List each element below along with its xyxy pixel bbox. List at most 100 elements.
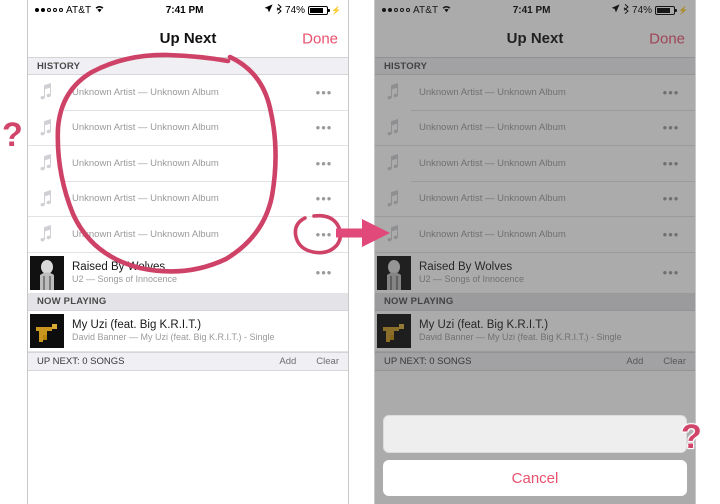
album-artwork (30, 313, 64, 348)
status-bar: AT&T 7:41 PM 74% ⚡ (375, 0, 695, 20)
more-options-button[interactable]: ••• (306, 192, 348, 205)
up-next-label: UP NEXT: 0 SONGS (384, 355, 472, 367)
section-header-now-playing: NOW PLAYING (375, 293, 695, 311)
more-options-button: ••• (662, 120, 680, 136)
status-bar: AT&T 7:41 PM 74% ⚡ (28, 0, 348, 20)
carrier-label: AT&T (413, 4, 439, 16)
ios-screen-left: AT&T 7:41 PM 74% ⚡ Up Next Done HISTORY … (28, 0, 348, 504)
table-row-raised-by-wolves: Raised By Wolves U2 — Songs of Innocence… (375, 252, 695, 294)
section-header-history: HISTORY (28, 58, 348, 75)
status-bar-time: 7:41 PM (512, 4, 551, 16)
add-button[interactable]: Add (279, 356, 296, 367)
music-note-icon (28, 145, 64, 181)
page-title: Up Next (159, 30, 217, 47)
music-note-icon (28, 216, 64, 252)
more-options-button[interactable]: ••• (306, 86, 348, 99)
track-subtitle: Unknown Artist — Unknown Album (72, 193, 219, 205)
music-note-icon (375, 145, 411, 181)
wifi-icon (94, 4, 105, 16)
music-note-icon (28, 74, 64, 110)
table-row[interactable]: Unknown Artist — Unknown Album ••• (28, 74, 348, 111)
action-sheet-options-panel[interactable] (383, 415, 687, 453)
action-sheet: Cancel (375, 408, 695, 504)
album-artwork (377, 313, 411, 348)
table-row-text: Unknown Artist — Unknown Album (411, 158, 653, 169)
clear-button[interactable]: Clear (316, 356, 339, 367)
navigation-bar: Up Next Done (375, 20, 695, 58)
table-row: Unknown Artist — Unknown Album ••• (375, 181, 695, 217)
phone-screen-before: AT&T 7:41 PM 74% ⚡ Up Next Done HISTORY … (27, 0, 349, 504)
page-title: Up Next (506, 30, 564, 47)
signal-strength-icon (35, 8, 63, 12)
track-title: Raised By Wolves (419, 261, 513, 273)
table-row-text: Unknown Artist — Unknown Album (64, 87, 306, 98)
question-mark-annotation-left: ? (2, 116, 23, 154)
more-options-button[interactable]: ••• (306, 228, 348, 241)
status-bar-left: AT&T (35, 4, 105, 16)
done-button[interactable]: Done (302, 30, 338, 47)
battery-percent-label: 74% (285, 4, 306, 16)
up-next-bar: UP NEXT: 0 SONGS Add Clear (28, 351, 348, 371)
track-title: My Uzi (feat. Big K.R.I.T.) (419, 319, 549, 331)
screenshot-stage: AT&T 7:41 PM 74% ⚡ Up Next Done HISTORY … (0, 0, 720, 504)
table-row-text: My Uzi (feat. Big K.R.I.T.) David Banner… (411, 319, 695, 342)
ios-screen-right: AT&T 7:41 PM 74% ⚡ Up Next Done HISTORY … (375, 0, 695, 504)
more-options-button: ••• (662, 84, 680, 100)
track-title: My Uzi (feat. Big K.R.I.T.) (72, 319, 202, 331)
cancel-button[interactable]: Cancel (383, 460, 687, 496)
location-arrow-icon (611, 4, 620, 16)
table-row-text: Unknown Artist — Unknown Album (411, 229, 653, 240)
table-row-text: Unknown Artist — Unknown Album (64, 229, 306, 240)
clear-button: Clear (663, 355, 686, 367)
table-row-text: My Uzi (feat. Big K.R.I.T.) David Banner… (64, 319, 348, 342)
table-row: Unknown Artist — Unknown Album ••• (375, 74, 695, 111)
more-options-button: ••• (662, 226, 680, 242)
music-note-icon (375, 74, 411, 110)
carrier-label: AT&T (66, 4, 92, 16)
table-row-text: Raised By Wolves U2 — Songs of Innocence (64, 261, 306, 284)
track-subtitle: Unknown Artist — Unknown Album (419, 193, 566, 205)
phone-screen-after: AT&T 7:41 PM 74% ⚡ Up Next Done HISTORY … (374, 0, 696, 504)
music-note-icon (375, 110, 411, 146)
table-row-raised-by-wolves[interactable]: Raised By Wolves U2 — Songs of Innocence… (28, 252, 348, 294)
up-next-bar: UP NEXT: 0 SONGS Add Clear (375, 351, 695, 371)
track-subtitle: Unknown Artist — Unknown Album (419, 122, 566, 134)
table-row-text: Unknown Artist — Unknown Album (64, 193, 306, 204)
table-row-now-playing[interactable]: My Uzi (feat. Big K.R.I.T.) David Banner… (28, 310, 348, 352)
navigation-bar: Up Next Done (28, 20, 348, 58)
done-button: Done (649, 30, 685, 47)
more-options-button: ••• (662, 155, 680, 171)
table-row-text: Unknown Artist — Unknown Album (411, 87, 653, 98)
status-bar-left: AT&T (382, 4, 452, 16)
charging-bolt-icon: ⚡ (678, 5, 688, 15)
album-artwork (377, 255, 411, 290)
track-title: Raised By Wolves (72, 261, 166, 273)
track-subtitle: Unknown Artist — Unknown Album (72, 228, 219, 240)
battery-percent-label: 74% (632, 4, 653, 16)
up-next-label: UP NEXT: 0 SONGS (37, 355, 125, 367)
more-options-button[interactable]: ••• (306, 266, 348, 279)
more-options-button[interactable]: ••• (306, 157, 348, 170)
music-note-icon (375, 216, 411, 252)
battery-icon (308, 5, 331, 15)
table-row-now-playing: My Uzi (feat. Big K.R.I.T.) David Banner… (375, 310, 695, 352)
more-options-button[interactable]: ••• (306, 121, 348, 134)
album-artwork (30, 255, 64, 290)
table-row: Unknown Artist — Unknown Album ••• (375, 110, 695, 146)
table-row[interactable]: Unknown Artist — Unknown Album ••• (28, 181, 348, 217)
music-note-icon (375, 181, 411, 217)
table-row[interactable]: Unknown Artist — Unknown Album ••• (28, 110, 348, 146)
track-subtitle: Unknown Artist — Unknown Album (72, 157, 219, 169)
table-row: Unknown Artist — Unknown Album ••• (375, 145, 695, 182)
track-subtitle: Unknown Artist — Unknown Album (72, 86, 219, 98)
bluetooth-icon (276, 3, 282, 17)
track-subtitle: U2 — Songs of Innocence (72, 274, 178, 284)
music-note-icon (28, 181, 64, 217)
table-row: Unknown Artist — Unknown Album ••• (375, 216, 695, 253)
table-row-text: Unknown Artist — Unknown Album (411, 193, 653, 204)
table-row[interactable]: Unknown Artist — Unknown Album ••• (28, 145, 348, 182)
bluetooth-icon (623, 3, 629, 17)
track-subtitle: U2 — Songs of Innocence (419, 274, 525, 284)
section-header-now-playing: NOW PLAYING (28, 293, 348, 311)
table-row[interactable]: Unknown Artist — Unknown Album ••• (28, 216, 348, 253)
